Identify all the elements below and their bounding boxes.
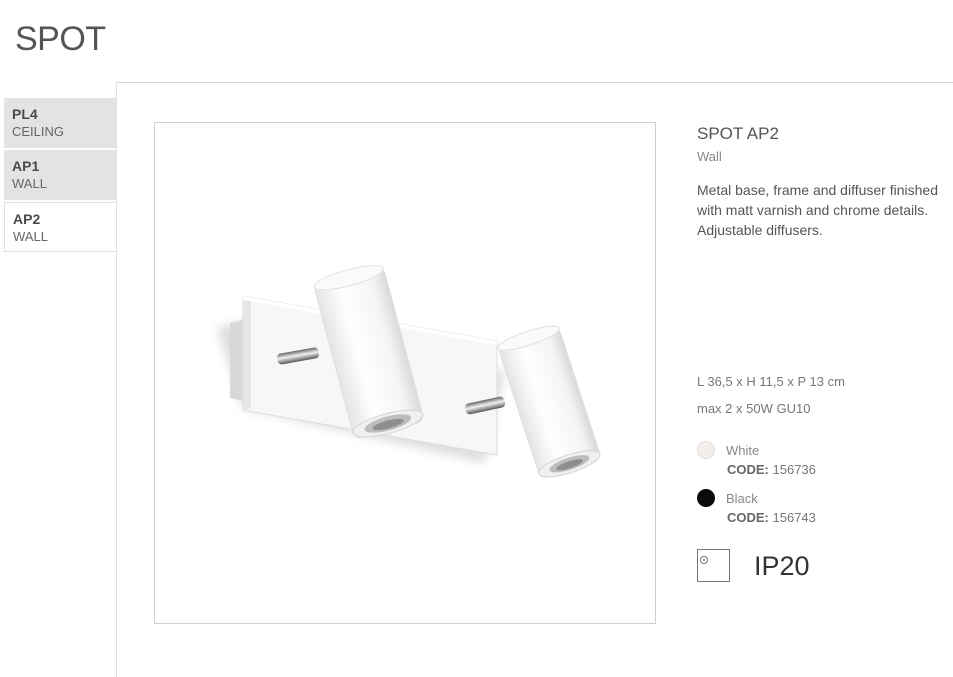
variant-color-name: White [726, 443, 760, 458]
variant-code-label: CODE: [727, 462, 769, 477]
tab-ap2[interactable]: AP2 WALL [4, 202, 116, 252]
tab-type: CEILING [12, 124, 65, 139]
product-description: Metal base, frame and diffuser finished … [697, 182, 938, 238]
product-dimensions: L 36,5 x H 11,5 x P 13 cm [697, 374, 845, 389]
model-tabs: PL4 CEILING AP1 WALL AP2 WALL [4, 98, 116, 254]
variant-black[interactable]: Black CODE: 156743 [697, 489, 897, 529]
product-name: SPOT AP2 [697, 124, 779, 143]
variant-code-label: CODE: [727, 510, 769, 525]
black-swatch-icon[interactable] [697, 489, 715, 507]
tab-pl4[interactable]: PL4 CEILING [4, 98, 116, 148]
variant-white[interactable]: White CODE: 156736 [697, 441, 897, 481]
tab-ap1[interactable]: AP1 WALL [4, 150, 116, 200]
white-swatch-icon[interactable] [697, 441, 715, 459]
product-info: SPOT AP2 Wall Metal base, frame and diff… [697, 124, 947, 240]
sidebar-divider [116, 82, 117, 677]
ip-rating-icon [697, 549, 730, 582]
variant-color-name: Black [726, 491, 758, 506]
header-divider [116, 82, 953, 83]
variant-code-row: CODE: 156736 [727, 462, 816, 477]
ip-rating-label: IP20 [754, 551, 810, 581]
product-power: max 2 x 50W GU10 [697, 401, 811, 416]
product-image [217, 265, 601, 478]
tab-code: AP2 [13, 211, 41, 227]
tab-type: WALL [12, 176, 47, 191]
tab-code: PL4 [12, 106, 38, 122]
tab-type: WALL [13, 229, 48, 244]
page-title: SPOT [15, 20, 106, 58]
tab-code: AP1 [12, 158, 40, 174]
variant-code-row: CODE: 156743 [727, 510, 816, 525]
product-image-frame [154, 122, 656, 624]
product-category: Wall [697, 149, 722, 164]
variant-code: 156743 [772, 510, 816, 525]
variant-code: 156736 [772, 462, 816, 477]
